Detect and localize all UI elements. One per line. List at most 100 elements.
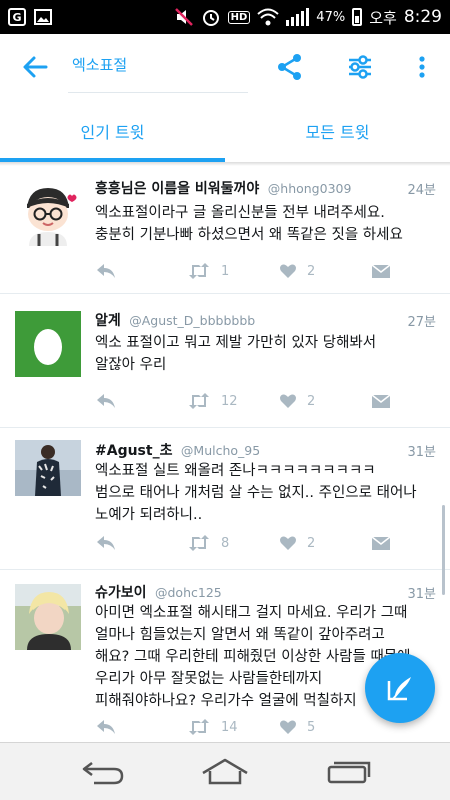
cartoon-avatar-icon [15, 180, 81, 246]
like-button[interactable]: 5 [279, 716, 315, 738]
arrow-left-icon [23, 56, 48, 78]
tweet-header: 알계 @Agust_D_bbbbbbb 27분 [95, 310, 436, 332]
heart-icon [280, 720, 296, 734]
avatar[interactable] [15, 311, 81, 377]
tweet-text: 엑소표절 실트 왜올려 존나ㅋㅋㅋㅋㅋㅋㅋㅋㅋ 범으로 태어나 개처럼 살 수는… [95, 463, 417, 523]
retweet-count: 8 [221, 535, 230, 551]
envelope-icon [371, 264, 391, 278]
envelope-icon [371, 536, 391, 550]
tweet-text: 엑소표절이라구 글 올리신분들 전부 내려주세요. 충분히 기분나빠 하셨으면서… [95, 205, 403, 243]
battery-percent: 47% [316, 9, 346, 25]
nav-home-button[interactable] [200, 757, 250, 791]
tweet-time: 31분 [407, 445, 436, 460]
tweet-header: 흥흥님은 이름을 비워둘꺼야 @hhong0309 24분 [95, 178, 436, 200]
tweet-text: 엑소 표절이고 뭐고 제발 가만히 있자 당해봐서 알잖아 우리 [95, 335, 377, 373]
heart-icon [280, 536, 296, 550]
nav-back-button[interactable] [80, 757, 126, 791]
retweet-button[interactable]: 1 [187, 260, 229, 282]
nav-home-icon [202, 758, 248, 785]
more-options-button[interactable] [412, 52, 432, 82]
tweet-author-handle[interactable]: @Agust_D_bbbbbbb [129, 313, 255, 328]
heart-icon [280, 264, 296, 278]
tab-all-tweets[interactable]: 모든 트윗 [225, 100, 450, 162]
envelope-icon [371, 394, 391, 408]
tweet-author-handle[interactable]: @hhong0309 [268, 181, 352, 196]
retweet-count: 14 [221, 719, 238, 735]
like-button[interactable]: 2 [279, 260, 315, 282]
retweet-button[interactable]: 12 [187, 390, 238, 412]
alarm-icon [202, 10, 219, 26]
search-query[interactable]: 엑소표절 [72, 54, 127, 75]
tab-top-tweets[interactable]: 인기 트윗 [0, 100, 225, 162]
retweet-count: 12 [221, 393, 238, 409]
tweet-author-name[interactable]: 알계 [95, 313, 121, 329]
share-button[interactable] [276, 52, 304, 82]
dm-button[interactable] [371, 390, 391, 412]
reply-button[interactable] [95, 532, 117, 554]
mute-icon [174, 8, 193, 26]
tweet-card[interactable]: 알계 @Agust_D_bbbbbbb 27분 엑소 표절이고 뭐고 제발 가만… [0, 294, 450, 428]
tweet-time: 24분 [407, 183, 436, 198]
retweet-icon [189, 719, 209, 735]
filter-button[interactable] [346, 52, 374, 82]
avatar[interactable] [15, 584, 81, 650]
signal-icon [286, 8, 310, 26]
dm-button[interactable] [371, 532, 391, 554]
tweet-card[interactable]: #Agust_초 @Mulcho_95 31분 엑소표절 실트 왜올려 존나ㅋㅋ… [0, 428, 450, 570]
like-count: 5 [307, 719, 316, 735]
tab-bar: 인기 트윗 모든 트윗 [0, 100, 450, 162]
back-button[interactable] [20, 52, 50, 82]
share-icon [278, 54, 301, 80]
tweet-author-name[interactable]: 흥흥님은 이름을 비워둘꺼야 [95, 181, 259, 197]
nav-recent-icon [327, 761, 371, 784]
reply-icon [97, 394, 115, 408]
reply-icon [97, 720, 115, 734]
like-button[interactable]: 2 [279, 390, 315, 412]
tweet-actions: 1 2 [95, 260, 432, 282]
like-count: 2 [307, 263, 316, 279]
tweet-author-handle[interactable]: @dohc125 [155, 585, 222, 600]
system-nav-bar [0, 742, 450, 800]
retweet-button[interactable]: 8 [187, 532, 229, 554]
reply-icon [97, 264, 115, 278]
tweet-author-name[interactable]: #Agust_초 [95, 443, 172, 459]
tweet-actions: 12 2 [95, 390, 432, 412]
reply-button[interactable] [95, 716, 117, 738]
hd-voice-icon: HD [227, 10, 251, 24]
reply-button[interactable] [95, 390, 117, 412]
heart-icon [280, 394, 296, 408]
nav-recent-apps-button[interactable] [326, 759, 372, 789]
tweet-card[interactable]: 흥흥님은 이름을 비워둘꺼야 @hhong0309 24분 엑소표절이라구 글 … [0, 166, 450, 294]
reply-button[interactable] [95, 260, 117, 282]
battery-icon [352, 8, 363, 26]
tweet-actions: 8 2 [95, 532, 432, 554]
retweet-icon [189, 263, 209, 279]
photo-avatar-icon [15, 440, 81, 496]
like-count: 2 [307, 535, 316, 551]
like-button[interactable]: 2 [279, 532, 315, 554]
status-bar: G HD 47% 오후 8:29 [0, 0, 450, 34]
retweet-button[interactable]: 14 [187, 716, 238, 738]
tweet-author-handle[interactable]: @Mulcho_95 [181, 443, 260, 458]
notification-app-icon: G [8, 8, 26, 26]
avatar[interactable] [15, 440, 81, 496]
tweet-author-name[interactable]: 슈가보이 [95, 585, 147, 601]
tweet-actions: 14 5 [95, 716, 432, 738]
filter-icon [349, 55, 371, 79]
photo-avatar-icon [15, 584, 81, 650]
dm-button[interactable] [371, 260, 391, 282]
clock: 8:29 [403, 7, 442, 27]
nav-back-icon [82, 762, 124, 785]
tweet-header: #Agust_초 @Mulcho_95 31분 [95, 440, 436, 462]
ampm-label: 오후 [369, 8, 397, 27]
retweet-icon [189, 535, 209, 551]
scrollbar-thumb[interactable] [442, 505, 445, 595]
reply-icon [97, 536, 115, 550]
tweet-time: 31분 [407, 587, 436, 602]
compose-quill-icon [387, 677, 411, 701]
more-vert-icon [419, 56, 425, 78]
like-count: 2 [307, 393, 316, 409]
compose-tweet-button[interactable] [365, 653, 435, 723]
app-bar: 엑소표절 [0, 34, 450, 100]
avatar[interactable] [15, 180, 81, 246]
